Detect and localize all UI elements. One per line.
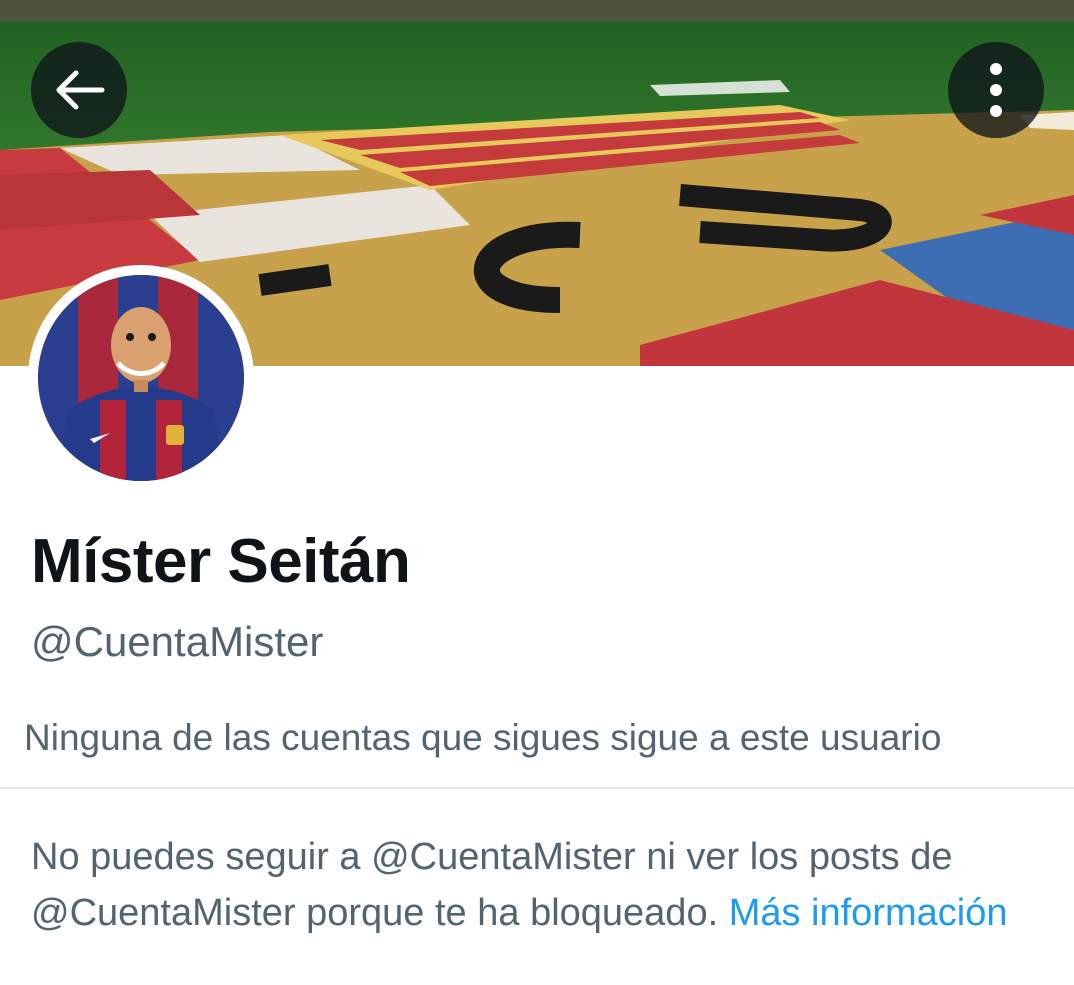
- followers-you-know-text: Ninguna de las cuentas que sigues sigue …: [24, 717, 942, 758]
- user-handle: @CuentaMister: [31, 618, 324, 665]
- avatar-image: [38, 275, 244, 481]
- avatar[interactable]: [28, 265, 254, 491]
- arrow-left-icon: [56, 70, 105, 110]
- more-options-button[interactable]: [948, 42, 1044, 138]
- blocked-notice: No puedes seguir a @CuentaMister ni ver …: [31, 829, 1041, 941]
- learn-more-link[interactable]: Más información: [729, 892, 1008, 934]
- more-vertical-icon: [990, 63, 1002, 117]
- back-button[interactable]: [31, 42, 127, 138]
- display-name: Míster Seitán: [31, 527, 411, 596]
- section-divider: [0, 787, 1074, 789]
